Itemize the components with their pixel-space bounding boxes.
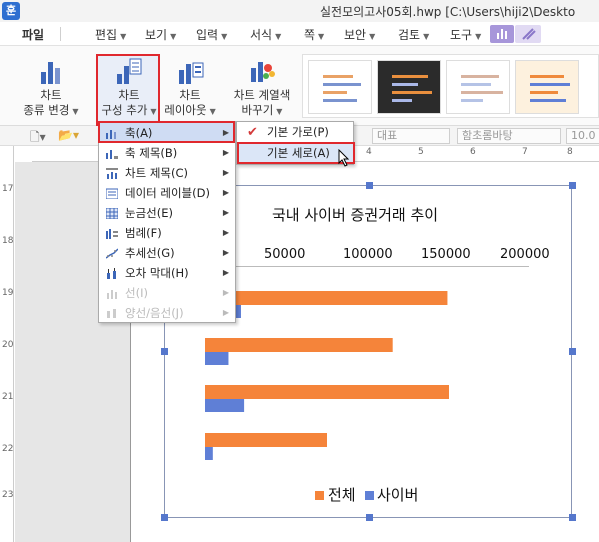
bar-cyber-2[interactable] [205,352,229,365]
menu-item-axis-title[interactable]: 축 제목(B) ▶ [99,143,235,163]
bar-cyber-4[interactable] [205,447,213,460]
mouse-cursor-icon [338,149,350,167]
legend-icon [106,229,118,239]
checkmark-icon: ✔ [247,125,258,140]
menu-item-up-down-bars: 양선/음선(J) ▶ [99,303,235,323]
trendline-icon [106,248,118,259]
menu-item-data-label[interactable]: 데이터 레이블(D) ▶ [99,183,235,203]
compose-add-menu: 축(A) ▶ 축 제목(B) ▶ 차트 제목(C) ▶ 데이터 레이블(D) ▶ 눈금선… [98,121,236,323]
chart-plot-area [205,291,449,460]
submenu-item-primary-horizontal[interactable]: ✔ 기본 가로(P) [237,122,353,143]
menu-item-lines: 선(I) ▶ [99,283,235,303]
menu-item-gridlines[interactable]: 눈금선(E) ▶ [99,203,235,223]
menu-item-chart-title[interactable]: 차트 제목(C) ▶ [99,163,235,183]
legend-label-total[interactable]: 전체 [328,484,356,505]
lines-icon [107,290,117,299]
axis-item-highlight [98,121,235,143]
menu-item-trendline[interactable]: 추세선(G) ▶ [99,243,235,263]
bar-cyber-3[interactable] [205,399,245,412]
legend-swatch-total [315,491,324,500]
legend-swatch-cyber [365,491,374,500]
bar-total-1[interactable] [205,291,448,305]
bar-total-4[interactable] [205,433,327,447]
bar-total-3[interactable] [205,385,449,399]
axis-title-icon [106,150,118,159]
legend-label-cyber[interactable]: 사이버 [377,484,418,505]
menu-item-error-bars[interactable]: 오차 막대(H) ▶ [99,263,235,283]
chart-title-icon [106,168,118,179]
up-down-bars-icon [107,309,116,318]
error-bars-icon [107,268,116,279]
gridlines-icon [106,208,118,219]
menu-item-legend[interactable]: 범례(F) ▶ [99,223,235,243]
data-label-icon [106,188,118,199]
bar-total-2[interactable] [205,338,393,352]
